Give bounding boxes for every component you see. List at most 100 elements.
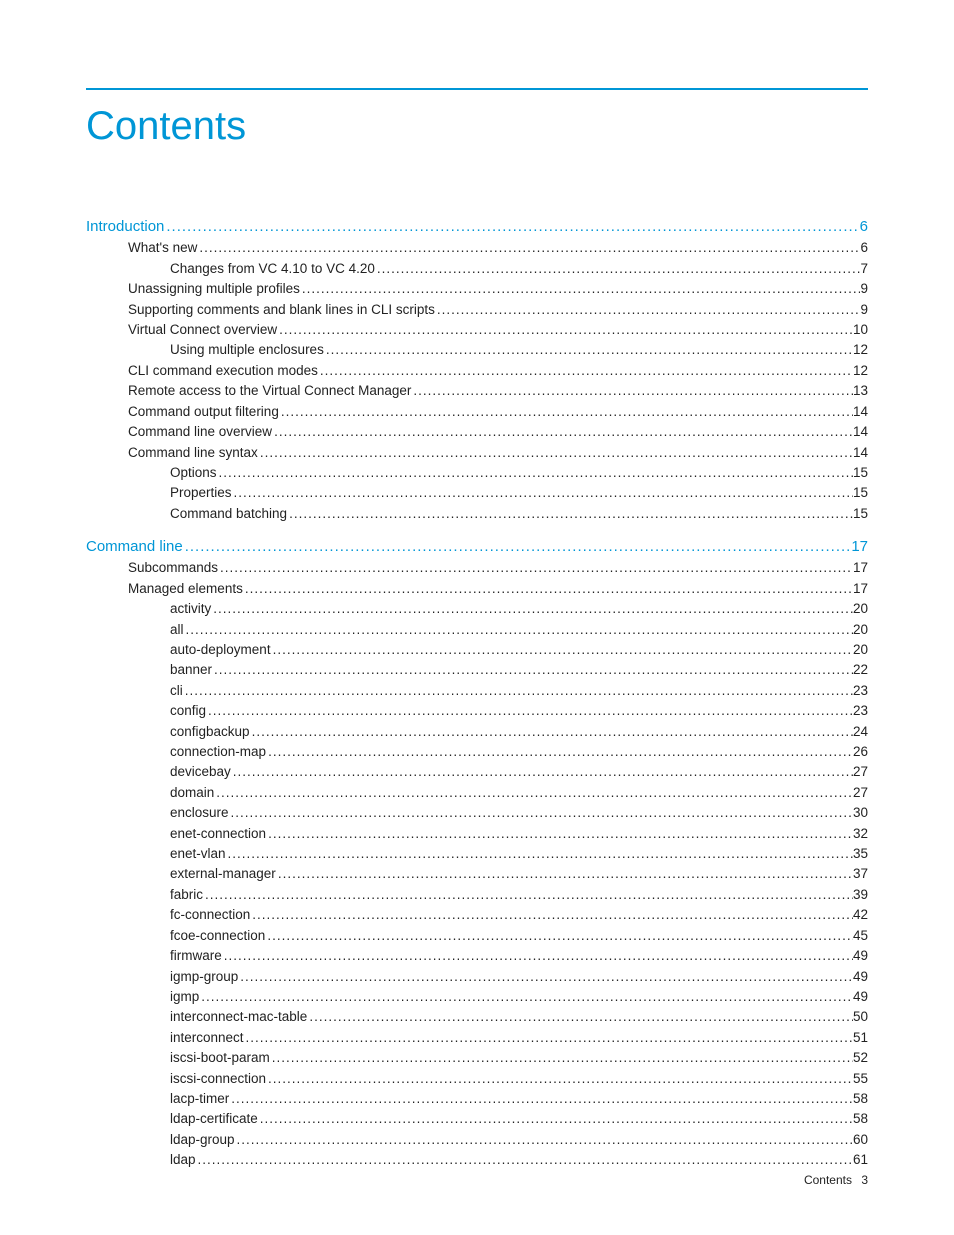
toc-row[interactable]: enet-connection.........................… [86,825,868,843]
toc-leader-dots: ........................................… [266,1070,853,1088]
toc-label: Command line overview [128,423,272,441]
toc-row[interactable]: What's new..............................… [86,239,868,257]
toc-leader-dots: ........................................… [266,743,853,761]
toc-row[interactable]: iscsi-boot-param........................… [86,1049,868,1067]
toc-row[interactable]: Command line overview...................… [86,423,868,441]
toc-label: Virtual Connect overview [128,321,277,339]
toc-row[interactable]: cli.....................................… [86,682,868,700]
toc-label: igmp-group [170,968,238,986]
toc-leader-dots: ........................................… [183,537,852,557]
toc-row[interactable]: Virtual Connect overview................… [86,321,868,339]
toc-row[interactable]: devicebay...............................… [86,763,868,781]
toc-row[interactable]: ldap-certificate........................… [86,1110,868,1128]
toc-row[interactable]: connection-map..........................… [86,743,868,761]
toc-row[interactable]: Changes from VC 4.10 to VC 4.20.........… [86,260,868,278]
toc-page-number: 23 [853,682,868,700]
toc-row[interactable]: all.....................................… [86,621,868,639]
toc-row[interactable]: Unassigning multiple profiles...........… [86,280,868,298]
toc-leader-dots: ........................................… [277,321,853,339]
footer-label: Contents [804,1173,852,1187]
toc-leader-dots: ........................................… [196,1151,853,1169]
toc-page-number: 17 [853,559,868,577]
toc-row[interactable]: enet-vlan...............................… [86,845,868,863]
toc-label: configbackup [170,723,250,741]
toc-row[interactable]: external-manager........................… [86,865,868,883]
toc-row[interactable]: enclosure...............................… [86,804,868,822]
toc-row[interactable]: lacp-timer..............................… [86,1090,868,1108]
toc-leader-dots: ........................................… [279,403,853,421]
toc-leader-dots: ........................................… [411,382,853,400]
footer-page-number: 3 [861,1173,868,1187]
toc-row[interactable]: igmp....................................… [86,988,868,1006]
toc-row[interactable]: igmp-group..............................… [86,968,868,986]
toc-row[interactable]: fc-connection...........................… [86,906,868,924]
toc-row[interactable]: firmware................................… [86,947,868,965]
toc-row[interactable]: interconnect............................… [86,1029,868,1047]
toc-row[interactable]: config..................................… [86,702,868,720]
toc-leader-dots: ........................................… [206,702,853,720]
toc-page-number: 52 [853,1049,868,1067]
toc-row[interactable]: domain..................................… [86,784,868,802]
toc-row[interactable]: Command output filtering................… [86,403,868,421]
toc-label: devicebay [170,763,231,781]
toc-row[interactable]: configbackup............................… [86,723,868,741]
toc-leader-dots: ........................................… [300,280,861,298]
toc-page-number: 9 [860,280,868,298]
toc-label: Managed elements [128,580,243,598]
toc-row[interactable]: auto-deployment.........................… [86,641,868,659]
toc-row[interactable]: fcoe-connection.........................… [86,927,868,945]
toc-label: Using multiple enclosures [170,341,324,359]
toc-page-number: 55 [853,1070,868,1088]
toc-row[interactable]: ldap....................................… [86,1151,868,1169]
toc-row[interactable]: Options.................................… [86,464,868,482]
toc-section-row[interactable]: Command line............................… [86,537,868,557]
toc-row[interactable]: Command line syntax.....................… [86,444,868,462]
toc-page-number: 14 [853,423,868,441]
toc-page-number: 39 [853,886,868,904]
toc-label: Introduction [86,217,164,237]
toc-row[interactable]: CLI command execution modes.............… [86,362,868,380]
toc-leader-dots: ........................................… [226,845,853,863]
toc-leader-dots: ........................................… [235,1131,853,1149]
toc-label: enet-connection [170,825,266,843]
toc-leader-dots: ........................................… [212,661,853,679]
toc-section-row[interactable]: Introduction............................… [86,217,868,237]
toc-label: firmware [170,947,222,965]
toc-row[interactable]: Command batching........................… [86,505,868,523]
toc-leader-dots: ........................................… [231,763,853,781]
toc-row[interactable]: Remote access to the Virtual Connect Man… [86,382,868,400]
toc-row[interactable]: Supporting comments and blank lines in C… [86,301,868,319]
toc-label: enet-vlan [170,845,226,863]
toc-page-number: 50 [853,1008,868,1026]
toc-leader-dots: ........................................… [375,260,861,278]
toc-leader-dots: ........................................… [199,988,853,1006]
toc-row[interactable]: Managed elements........................… [86,580,868,598]
toc-leader-dots: ........................................… [324,341,853,359]
toc-page-number: 12 [853,362,868,380]
top-rule [86,88,868,90]
toc-row[interactable]: banner..................................… [86,661,868,679]
toc-leader-dots: ........................................… [250,723,853,741]
table-of-contents: Introduction............................… [86,217,868,1169]
toc-row[interactable]: Properties..............................… [86,484,868,502]
toc-row[interactable]: fabric..................................… [86,886,868,904]
toc-page-number: 37 [853,865,868,883]
toc-leader-dots: ........................................… [307,1008,853,1026]
toc-leader-dots: ........................................… [270,1049,853,1067]
toc-page-number: 60 [853,1131,868,1149]
toc-row[interactable]: Subcommands.............................… [86,559,868,577]
page-title: Contents [86,104,868,149]
toc-page-number: 15 [853,464,868,482]
toc-row[interactable]: interconnect-mac-table..................… [86,1008,868,1026]
toc-row[interactable]: Using multiple enclosures...............… [86,341,868,359]
toc-label: igmp [170,988,199,1006]
toc-page-number: 22 [853,661,868,679]
toc-leader-dots: ........................................… [243,580,853,598]
toc-label: iscsi-connection [170,1070,266,1088]
toc-row[interactable]: ldap-group..............................… [86,1131,868,1149]
toc-label: Changes from VC 4.10 to VC 4.20 [170,260,375,278]
toc-row[interactable]: activity................................… [86,600,868,618]
toc-page-number: 26 [853,743,868,761]
toc-label: all [170,621,184,639]
toc-row[interactable]: iscsi-connection........................… [86,1070,868,1088]
